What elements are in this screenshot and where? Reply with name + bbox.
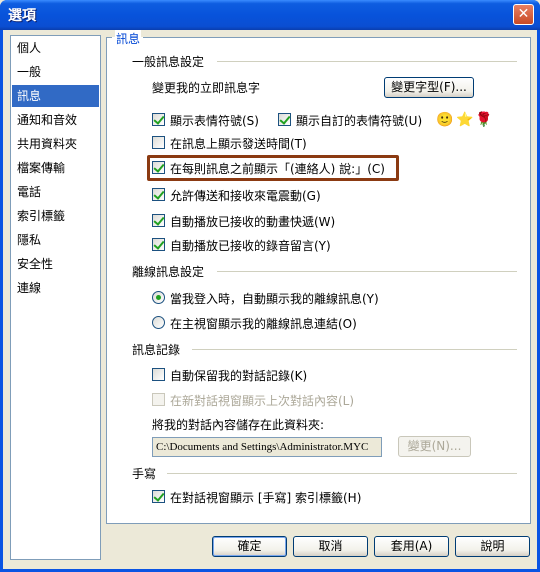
autoplay-voice-checkbox[interactable] xyxy=(152,238,165,251)
help-button[interactable]: 說明 xyxy=(455,536,530,557)
history-folder-label: 將我的對話內容儲存在此資料夾: xyxy=(152,418,325,432)
group-divider xyxy=(192,349,517,350)
history-folder-path[interactable]: C:\Documents and Settings\Administrator.… xyxy=(152,437,382,457)
offline-link-label[interactable]: 在主視窗顯示我的離線訊息連結(O) xyxy=(170,315,357,332)
cancel-button[interactable]: 取消 xyxy=(293,536,368,557)
sidebar-item-file-transfer[interactable]: 檔案傳輸 xyxy=(12,157,99,179)
smiley-icon: 🙂 xyxy=(436,112,454,128)
autoplay-winks-checkbox[interactable] xyxy=(152,214,165,227)
sidebar-item-alerts-sounds[interactable]: 通知和音效 xyxy=(12,109,99,131)
show-handwriting-tab-label[interactable]: 在對話視窗顯示 [手寫] 索引標籤(H) xyxy=(170,489,361,506)
autoplay-winks-label[interactable]: 自動播放已接收的動畫快遞(W) xyxy=(170,213,335,230)
show-previous-label[interactable]: 在新對話視窗顯示上次對話內容(L) xyxy=(170,392,354,409)
options-window: 選項 ✕ 個人 一般 訊息 通知和音效 共用資料夾 檔案傳輸 電話 索引標籤 隱… xyxy=(0,0,540,572)
apply-button[interactable]: 套用(A) xyxy=(374,536,449,557)
group-divider xyxy=(217,271,517,272)
autoplay-voice-label[interactable]: 自動播放已接收的錄音留言(Y) xyxy=(170,237,331,254)
show-handwriting-tab-checkbox[interactable] xyxy=(152,490,165,503)
sidebar-item-security[interactable]: 安全性 xyxy=(12,253,99,275)
sidebar-item-sharing-folders[interactable]: 共用資料夾 xyxy=(12,133,99,155)
sidebar-item-phone[interactable]: 電話 xyxy=(12,181,99,203)
group-divider xyxy=(217,61,517,62)
sidebar-item-messages[interactable]: 訊息 xyxy=(12,85,99,107)
auto-save-history-checkbox[interactable] xyxy=(152,368,165,381)
font-label: 變更我的立即訊息字 xyxy=(152,81,261,95)
dialog-body: 個人 一般 訊息 通知和音效 共用資料夾 檔案傳輸 電話 索引標籤 隱私 安全性… xyxy=(3,30,537,569)
offline-settings-heading: 離線訊息設定 xyxy=(132,265,205,279)
general-settings-heading: 一般訊息設定 xyxy=(132,55,205,69)
show-emoticons-label[interactable]: 顯示表情符號(S) xyxy=(170,112,259,129)
history-heading: 訊息記錄 xyxy=(132,343,181,357)
panel-border xyxy=(143,37,530,38)
auto-save-history-label[interactable]: 自動保留我的對話記錄(K) xyxy=(170,367,307,384)
sidebar-item-tabs[interactable]: 索引標籤 xyxy=(12,205,99,227)
allow-nudges-checkbox[interactable] xyxy=(152,188,165,201)
show-emoticons-checkbox[interactable] xyxy=(152,113,165,126)
show-custom-emoticons-label[interactable]: 顯示自訂的表情符號(U) xyxy=(296,112,422,129)
title-bar[interactable]: 選項 ✕ xyxy=(0,0,540,30)
offline-link-radio[interactable] xyxy=(152,316,165,329)
show-says-label[interactable]: 在每則訊息之前顯示「(連絡人) 說:」(C) xyxy=(170,160,385,177)
handwriting-heading: 手寫 xyxy=(132,467,157,481)
panel-title: 訊息 xyxy=(115,30,142,47)
sidebar-item-general[interactable]: 一般 xyxy=(12,61,99,83)
messages-panel: 訊息 一般訊息設定 變更我的立即訊息字 變更字型(F)... 顯示表情符號(S)… xyxy=(106,30,531,524)
star-icon: ⭐ xyxy=(456,112,474,128)
show-timestamps-checkbox[interactable] xyxy=(152,136,165,149)
category-list: 個人 一般 訊息 通知和音效 共用資料夾 檔案傳輸 電話 索引標籤 隱私 安全性… xyxy=(10,35,101,560)
show-previous-checkbox[interactable] xyxy=(152,393,165,406)
show-custom-emoticons-checkbox[interactable] xyxy=(278,113,291,126)
close-button[interactable]: ✕ xyxy=(513,4,534,25)
sidebar-item-privacy[interactable]: 隱私 xyxy=(12,229,99,251)
allow-nudges-label[interactable]: 允許傳送和接收來電震動(G) xyxy=(170,187,321,204)
offline-signin-label[interactable]: 當我登入時，自動顯示我的離線訊息(Y) xyxy=(170,290,379,307)
change-folder-button[interactable]: 變更(N)... xyxy=(398,436,471,457)
sidebar-item-personal[interactable]: 個人 xyxy=(12,37,99,59)
sidebar-item-connection[interactable]: 連線 xyxy=(12,277,99,299)
offline-signin-radio[interactable] xyxy=(152,291,165,304)
window-title: 選項 xyxy=(8,8,36,24)
show-says-checkbox[interactable] xyxy=(152,161,165,174)
change-font-button[interactable]: 變更字型(F)... xyxy=(384,77,474,98)
group-divider xyxy=(167,473,517,474)
rose-icon: 🌹 xyxy=(475,112,493,128)
ok-button[interactable]: 確定 xyxy=(212,536,287,557)
show-timestamps-label[interactable]: 在訊息上顯示發送時間(T) xyxy=(170,135,307,152)
panel-border xyxy=(107,37,112,38)
